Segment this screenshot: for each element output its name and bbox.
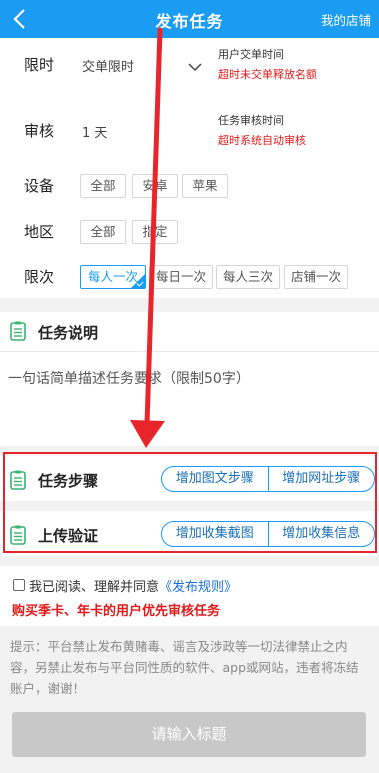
- submit-button[interactable]: 请输入标题: [12, 712, 366, 757]
- task-description-header: 任务说明: [0, 312, 379, 352]
- priority-review-notice: 购买季卡、年卡的用户优先审核任务: [12, 604, 221, 619]
- agreement-prefix: 我已阅读、理解并同意: [29, 580, 160, 595]
- upload-verify-button-group: 增加收集截图 增加收集信息: [161, 521, 375, 547]
- task-steps-title: 任务步骤: [38, 472, 99, 490]
- time-limit-select[interactable]: 交单限时: [82, 56, 134, 75]
- app-header: 发布任务 我的店铺: [0, 0, 379, 38]
- frequency-option-three-per-user[interactable]: 每人三次: [216, 265, 280, 289]
- task-description-section: 任务说明 一句话简单描述任务要求（限制50字）: [0, 312, 379, 446]
- add-screenshot-collection-button[interactable]: 增加收集截图: [162, 522, 268, 546]
- frequency-option-once-per-shop[interactable]: 店铺一次: [284, 265, 348, 289]
- selected-check-icon: [131, 274, 145, 288]
- review-value[interactable]: 1 天: [82, 122, 107, 141]
- region-label: 地区: [24, 223, 55, 241]
- task-steps-button-group: 增加图文步骤 增加网址步骤: [161, 466, 375, 492]
- region-option-specified[interactable]: 指定: [132, 220, 178, 244]
- frequency-option-once-per-user[interactable]: 每人一次: [80, 265, 146, 289]
- divider: [0, 501, 379, 511]
- clipboard-icon: [10, 525, 26, 545]
- frequency-label: 限次: [24, 268, 55, 286]
- time-limit-row: 限时 交单限时 用户交单时间 超时未交单释放名额: [0, 44, 379, 84]
- time-limit-label: 限时: [24, 56, 55, 74]
- frequency-row: 限次 每人一次 每日一次 每人三次 店铺一次: [0, 256, 379, 296]
- task-steps-section: 任务步骤 增加图文步骤 增加网址步骤 上传验证 增加收集截图 增加收集信息: [0, 456, 379, 556]
- region-option-all[interactable]: 全部: [80, 220, 126, 244]
- platform-tips: 提示：平台禁止发布黄赌毒、谣言及涉政等一切法律禁止之内容，另禁止发布与平台同性质…: [10, 639, 359, 696]
- device-label: 设备: [24, 177, 55, 195]
- device-row: 设备 全部 安卓 苹果: [0, 165, 379, 205]
- review-warning: 超时系统自动审核: [218, 134, 306, 147]
- device-option-ios[interactable]: 苹果: [182, 174, 228, 198]
- device-option-all[interactable]: 全部: [80, 174, 126, 198]
- agreement-text: 我已阅读、理解并同意《发布规则》: [29, 576, 237, 595]
- upload-verify-title: 上传验证: [38, 527, 99, 545]
- agreement-checkbox[interactable]: [13, 579, 25, 591]
- clipboard-icon: [10, 321, 26, 341]
- add-info-collection-button[interactable]: 增加收集信息: [267, 522, 375, 546]
- time-limit-note: 用户交单时间: [218, 48, 284, 61]
- task-steps-row: 任务步骤 增加图文步骤 增加网址步骤: [0, 456, 379, 501]
- region-row: 地区 全部 指定: [0, 211, 379, 251]
- agreement-section: 我已阅读、理解并同意《发布规则》 购买季卡、年卡的用户优先审核任务: [0, 566, 379, 626]
- review-label: 审核: [24, 122, 55, 140]
- publish-rules-link[interactable]: 《发布规则》: [159, 580, 237, 595]
- review-note: 任务审核时间: [218, 114, 284, 127]
- frequency-option-once-per-day[interactable]: 每日一次: [149, 265, 213, 289]
- task-description-input[interactable]: 一句话简单描述任务要求（限制50字）: [8, 368, 250, 388]
- task-settings: 限时 交单限时 用户交单时间 超时未交单释放名额 审核 1 天 任务审核时间 超…: [0, 38, 379, 298]
- time-limit-warning: 超时未交单释放名额: [218, 68, 317, 81]
- upload-verify-row: 上传验证 增加收集截图 增加收集信息: [0, 511, 379, 556]
- clipboard-icon: [10, 470, 26, 490]
- review-row: 审核 1 天 任务审核时间 超时系统自动审核: [0, 110, 379, 150]
- task-description-title: 任务说明: [38, 324, 99, 342]
- chevron-down-icon[interactable]: [187, 58, 203, 72]
- add-image-step-button[interactable]: 增加图文步骤: [162, 467, 268, 491]
- my-shop-link[interactable]: 我的店铺: [321, 10, 371, 29]
- device-option-android[interactable]: 安卓: [132, 174, 178, 198]
- add-url-step-button[interactable]: 增加网址步骤: [267, 467, 375, 491]
